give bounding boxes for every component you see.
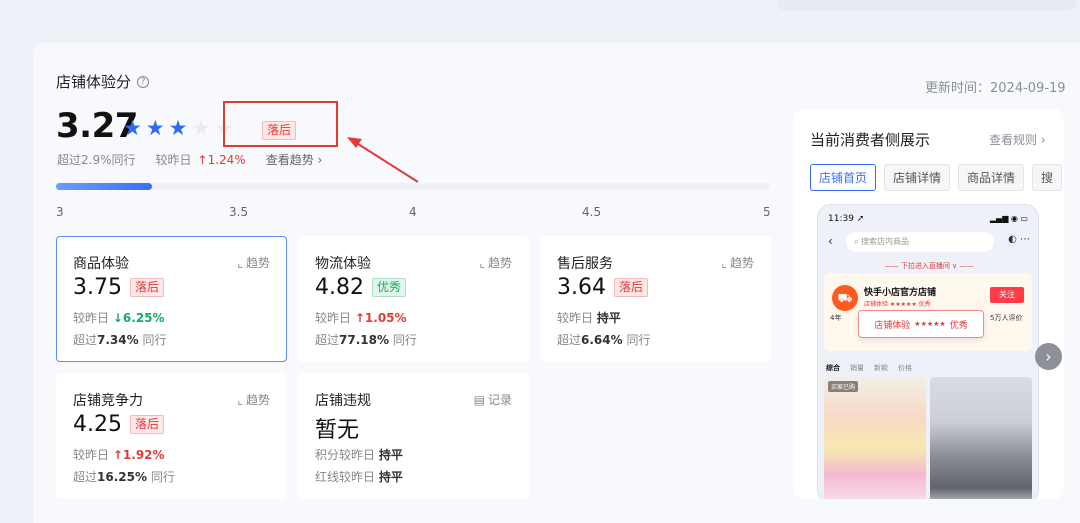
annotation-arrow: [347, 137, 419, 183]
annotation-arrow-head: [347, 137, 362, 148]
annotation-arrow-line: [354, 141, 419, 183]
